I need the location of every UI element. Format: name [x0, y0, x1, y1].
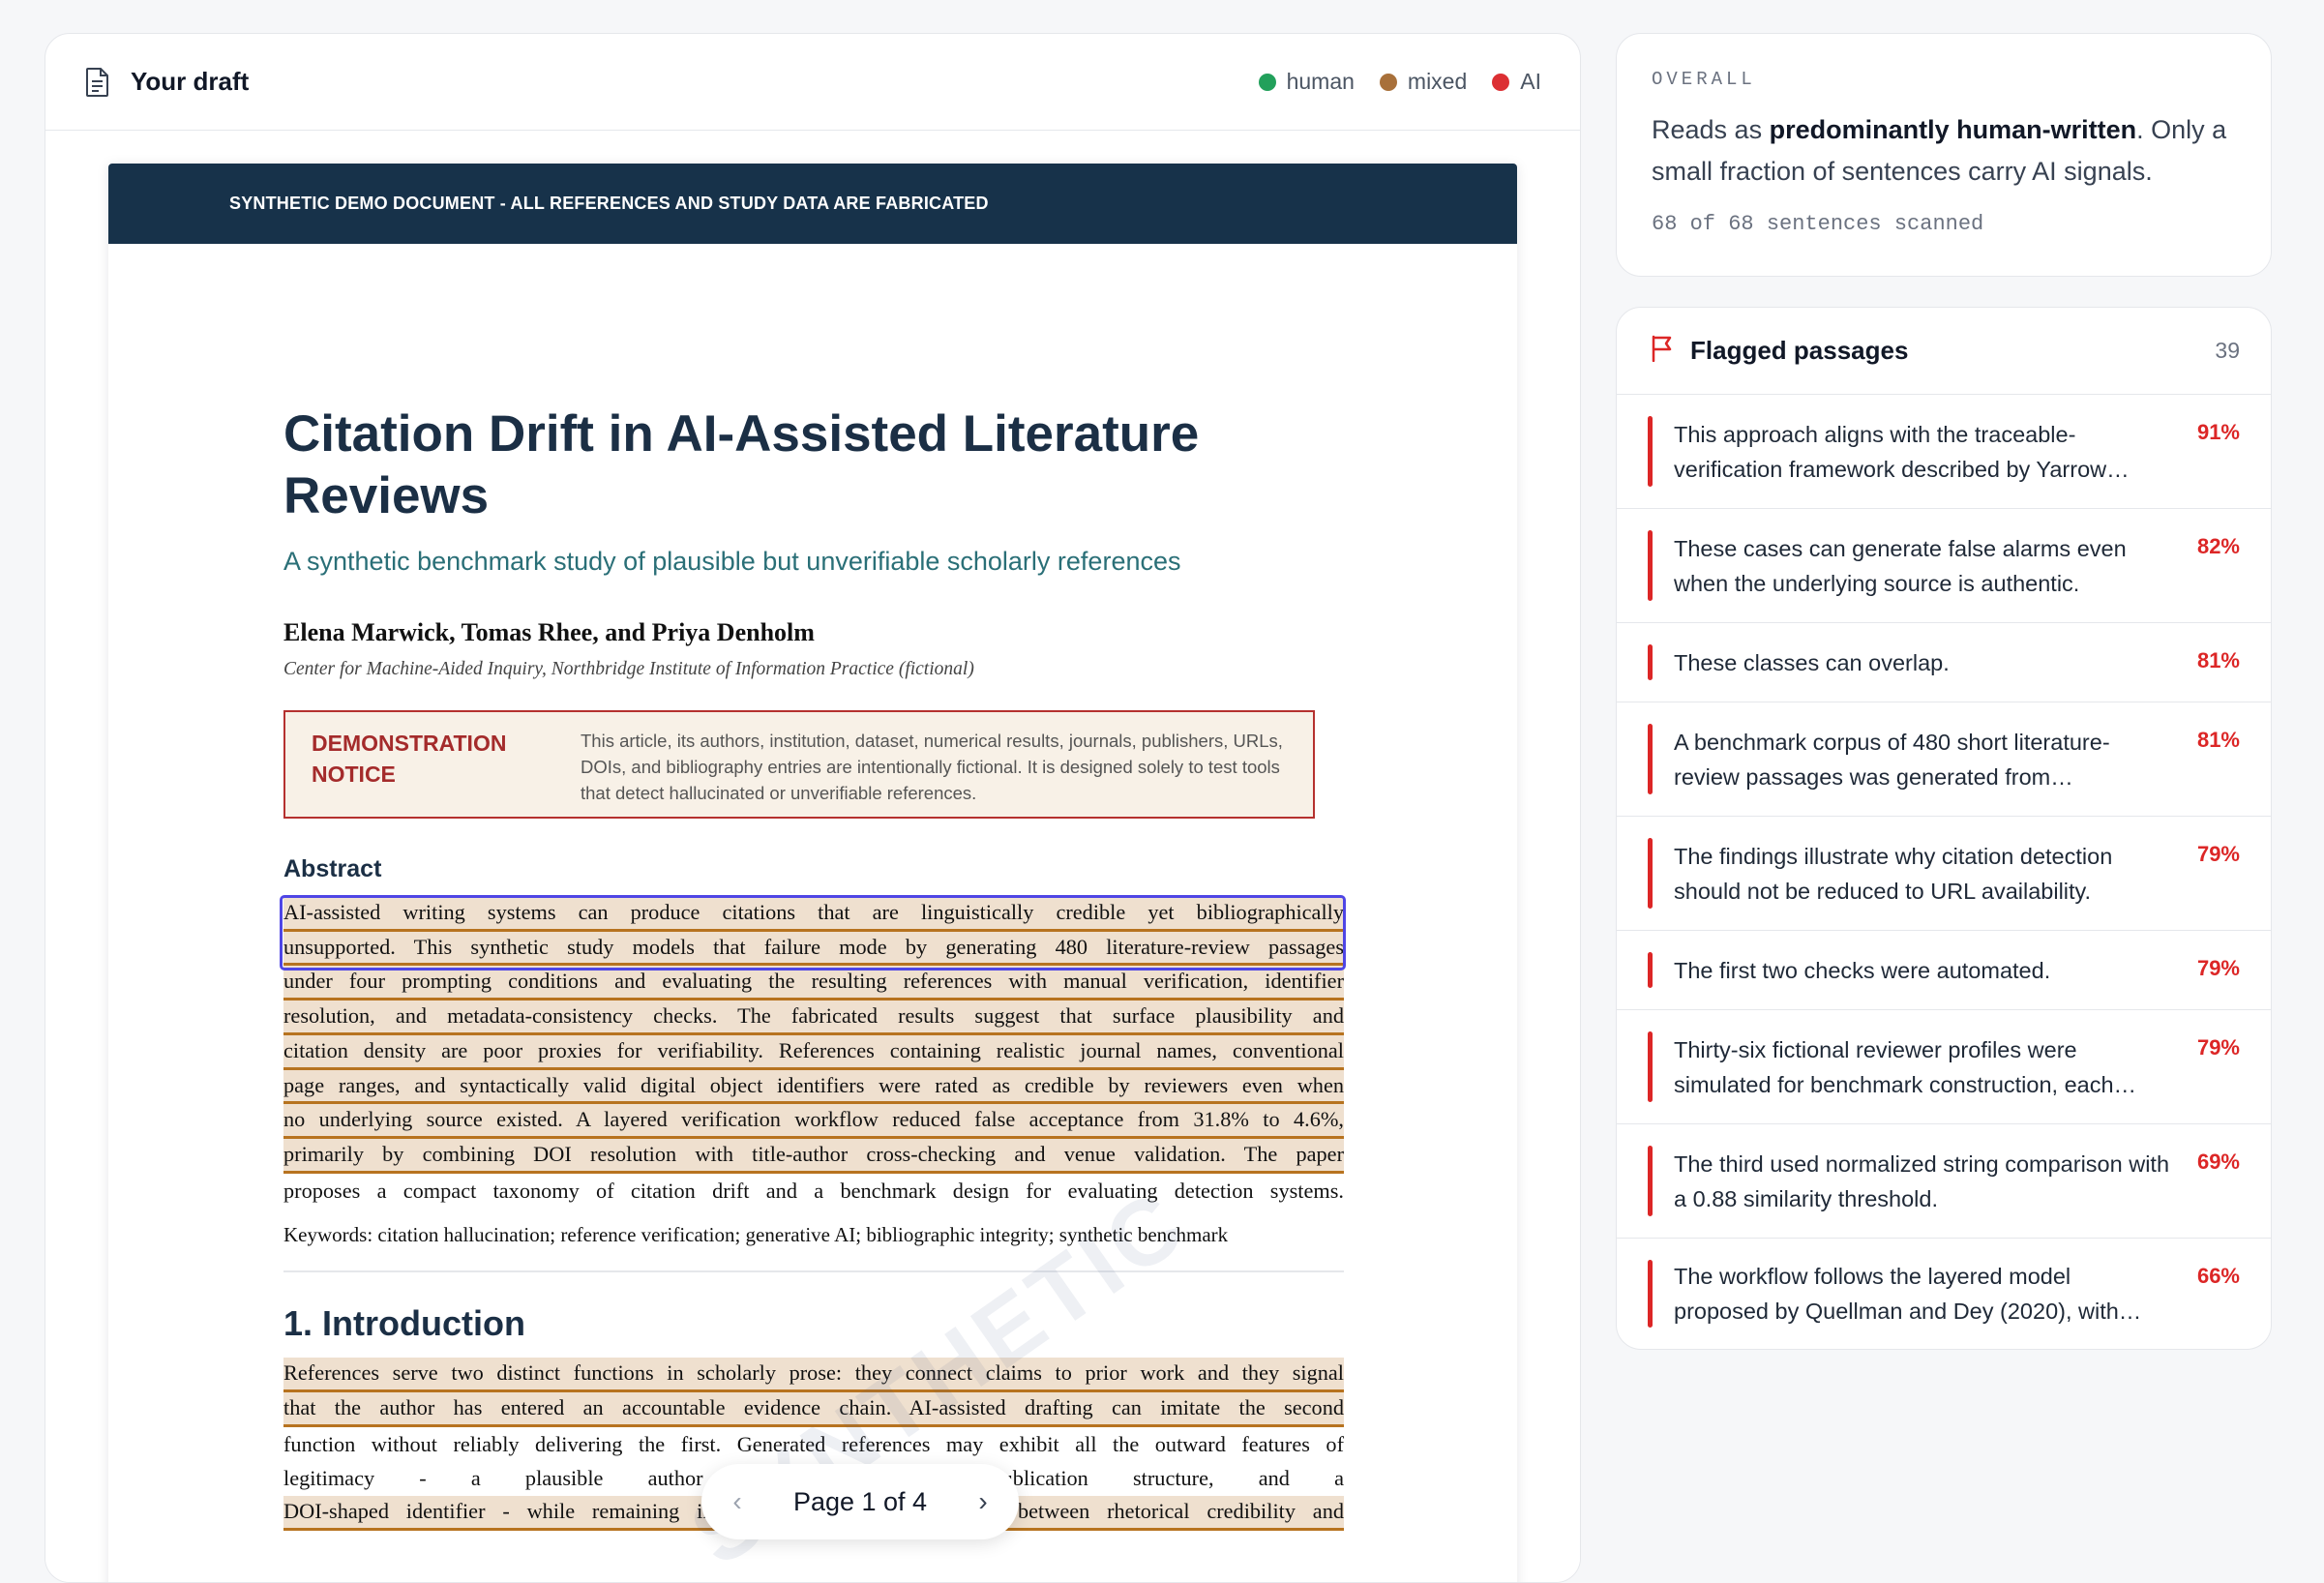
ai-severity-bar [1648, 724, 1653, 794]
flagged-item[interactable]: This approach aligns with the traceable-… [1617, 395, 2271, 509]
ai-severity-bar [1648, 838, 1653, 909]
chevron-left-icon[interactable]: ‹ [723, 1486, 752, 1517]
flagged-item[interactable]: The third used normalized string compari… [1617, 1124, 2271, 1239]
paper-body: Citation Drift in AI-Assisted Literature… [280, 403, 1346, 1531]
abstract-body: AI-assisted writing systems can produce … [280, 895, 1346, 1208]
paper-subtitle: A synthetic benchmark study of plausible… [283, 547, 1181, 576]
flagged-item-score: 79% [2196, 1035, 2240, 1060]
legend-human: human [1258, 69, 1355, 95]
page-navigator: ‹ Page 1 of 4 › [701, 1464, 1019, 1539]
flag-icon [1650, 335, 1675, 367]
flagged-item-text: These classes can overlap. [1674, 649, 1950, 675]
draft-header: Your draft human mixed AI [45, 34, 1580, 131]
flagged-item[interactable]: The workflow follows the layered model p… [1617, 1239, 2271, 1349]
legend-ai: AI [1492, 69, 1541, 95]
legend-mixed: mixed [1379, 69, 1468, 95]
sentences-scanned: 68 of 68 sentences scanned [1652, 212, 1984, 236]
flagged-item-text: These cases can generate false alarms ev… [1674, 535, 2127, 596]
flagged-item-text: A benchmark corpus of 480 short literatu… [1674, 729, 2110, 790]
flagged-header: Flagged passages 39 [1617, 308, 2271, 395]
paper-banner: SYNTHETIC DEMO DOCUMENT - ALL REFERENCES… [108, 164, 1517, 244]
abstract-heading: Abstract [283, 855, 382, 882]
flagged-item-score: 79% [2196, 956, 2240, 980]
ai-dot-icon [1492, 73, 1510, 91]
section-heading: 1. Introduction [283, 1303, 525, 1344]
abstract-sentence: proposes a compact taxonomy of citation … [283, 1178, 1344, 1203]
abstract-sentence-highlight[interactable]: no underlying source existed. A layered … [283, 1104, 1344, 1139]
ai-severity-bar [1648, 644, 1653, 680]
flagged-item[interactable]: The findings illustrate why citation det… [1617, 817, 2271, 931]
abstract-sentence-highlight[interactable]: resolution, and metadata-consistency che… [283, 1001, 1344, 1035]
flagged-item[interactable]: These classes can overlap. 81% [1617, 623, 2271, 702]
overall-label: OVERALL [1652, 69, 1756, 90]
notice-text: This article, its authors, institution, … [581, 731, 1283, 803]
ai-severity-bar [1648, 1260, 1653, 1328]
document-icon [84, 67, 115, 98]
flagged-item-score: 91% [2196, 420, 2240, 444]
ai-severity-bar [1648, 530, 1653, 601]
flagged-count: 39 [2215, 338, 2240, 363]
flagged-passages-card: Flagged passages 39 This approach aligns… [1616, 307, 2272, 1350]
ai-severity-bar [1648, 1031, 1653, 1102]
draft-panel: Your draft human mixed AI SYNTHETIC DEMO… [45, 33, 1581, 1583]
overall-text-before: Reads as [1652, 115, 1770, 144]
overall-summary: Reads as predominantly human-written. On… [1652, 109, 2236, 193]
ai-severity-bar [1648, 1146, 1653, 1216]
legend-human-label: human [1286, 69, 1355, 94]
flagged-title: Flagged passages [1690, 336, 1909, 365]
flagged-item-text: This approach aligns with the traceable-… [1674, 421, 2130, 482]
flagged-item-text: The third used normalized string compari… [1674, 1150, 2170, 1211]
flagged-item-score: 81% [2196, 728, 2240, 752]
flagged-item-text: The first two checks were automated. [1674, 957, 2051, 983]
ai-severity-bar [1648, 416, 1653, 487]
divider [283, 1270, 1344, 1273]
flagged-item[interactable]: The first two checks were automated. 79% [1617, 931, 2271, 1010]
human-dot-icon [1258, 73, 1276, 91]
legend: human mixed AI [1258, 69, 1541, 95]
abstract-sentence-highlight[interactable]: page ranges, and syntactically valid dig… [283, 1069, 1344, 1105]
ai-severity-bar [1648, 952, 1653, 988]
draft-title: Your draft [131, 67, 250, 96]
flagged-item[interactable]: Thirty-six fictional reviewer profiles w… [1617, 1010, 2271, 1124]
flagged-item-text: Thirty-six fictional reviewer profiles w… [1674, 1036, 2137, 1097]
paper-affiliation: Center for Machine-Aided Inquiry, Northb… [283, 659, 974, 679]
paper-title: Citation Drift in AI-Assisted Literature… [283, 405, 1200, 524]
abstract-sentence-highlight[interactable]: unsupported. This synthetic study models… [283, 931, 1344, 967]
page-indicator: Page 1 of 4 [792, 1486, 928, 1516]
abstract-sentence-highlight[interactable]: under four prompting conditions and eval… [283, 966, 1344, 1001]
paper-page: SYNTHETIC DEMO DOCUMENT - ALL REFERENCES… [108, 164, 1517, 1582]
flagged-item-score: 79% [2196, 842, 2240, 866]
overall-card: OVERALL Reads as predominantly human-wri… [1616, 33, 2272, 277]
flagged-item-score: 82% [2196, 534, 2240, 558]
flagged-item[interactable]: A benchmark corpus of 480 short literatu… [1617, 702, 2271, 817]
flagged-item-text: The workflow follows the layered model p… [1674, 1264, 2142, 1324]
overall-verdict: predominantly human-written [1769, 115, 2137, 144]
demonstration-notice: DEMONSTRATION NOTICE This article, its a… [283, 710, 1315, 819]
page-scroll-area[interactable]: SYNTHETIC DEMO DOCUMENT - ALL REFERENCES… [45, 131, 1580, 1582]
abstract-sentence-highlight[interactable]: citation density are poor proxies for ve… [283, 1034, 1344, 1070]
flagged-item[interactable]: These cases can generate false alarms ev… [1617, 509, 2271, 623]
mixed-dot-icon [1379, 73, 1397, 91]
flagged-item-text: The findings illustrate why citation det… [1674, 843, 2113, 904]
intro-sentence-highlight[interactable]: References serve two distinct functions … [283, 1358, 1344, 1393]
paper-authors: Elena Marwick, Tomas Rhee, and Priya Den… [283, 618, 815, 646]
chevron-right-icon[interactable]: › [968, 1486, 998, 1517]
legend-ai-label: AI [1520, 69, 1541, 94]
flagged-item-score: 66% [2196, 1264, 2240, 1288]
flagged-item-score: 81% [2196, 648, 2240, 672]
notice-label: DEMONSTRATION NOTICE [312, 731, 507, 787]
flagged-item-score: 69% [2196, 1150, 2240, 1174]
abstract-sentence-highlight[interactable]: primarily by combining DOI resolution wi… [283, 1138, 1344, 1174]
legend-mixed-label: mixed [1407, 69, 1468, 94]
abstract-sentence-highlight[interactable]: AI-assisted writing systems can produce … [283, 897, 1344, 932]
